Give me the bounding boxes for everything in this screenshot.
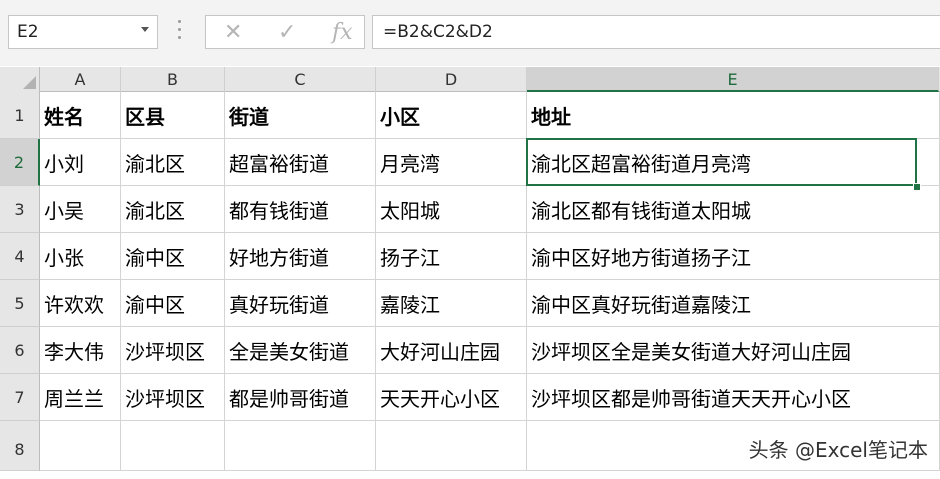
watermark: 头条 @Excel笔记本 [748, 438, 928, 462]
cell-a4[interactable]: 小张 [40, 233, 121, 280]
formula-buttons: ✕ ✓ fx [205, 15, 365, 49]
cell-e5[interactable]: 渝中区真好玩街道嘉陵江 [527, 280, 940, 327]
cell-d2[interactable]: 月亮湾 [376, 139, 527, 186]
cell-a7[interactable]: 周兰兰 [40, 374, 121, 421]
row-header-2[interactable]: 2 [0, 139, 40, 186]
row-header-5[interactable]: 5 [0, 280, 40, 327]
formula-input[interactable]: =B2&C2&D2 [372, 15, 940, 49]
cell-b7[interactable]: 沙坪坝区 [121, 374, 225, 421]
row-header-4[interactable]: 4 [0, 233, 40, 280]
chevron-down-icon[interactable] [141, 27, 149, 32]
cell-b6[interactable]: 沙坪坝区 [121, 327, 225, 374]
cell-e6[interactable]: 沙坪坝区全是美女街道大好河山庄园 [527, 327, 940, 374]
drag-handle-icon[interactable] [178, 20, 182, 44]
cell-e7[interactable]: 沙坪坝区都是帅哥街道天天开心小区 [527, 374, 940, 421]
row-header-1[interactable]: 1 [0, 92, 40, 139]
cell-a6[interactable]: 李大伟 [40, 327, 121, 374]
name-box[interactable]: E2 [8, 15, 158, 49]
cell-c5[interactable]: 真好玩街道 [225, 280, 376, 327]
select-all-icon [23, 76, 36, 89]
cell-e1[interactable]: 地址 [527, 92, 940, 139]
row-header-6[interactable]: 6 [0, 327, 40, 374]
cell-b8[interactable] [121, 421, 225, 471]
fill-handle[interactable] [913, 183, 921, 191]
select-all-button[interactable] [0, 67, 40, 92]
cell-d7[interactable]: 天天开心小区 [376, 374, 527, 421]
cell-d6[interactable]: 大好河山庄园 [376, 327, 527, 374]
cell-d3[interactable]: 太阳城 [376, 186, 527, 233]
row-header-7[interactable]: 7 [0, 374, 40, 421]
cell-c3[interactable]: 都有钱街道 [225, 186, 376, 233]
cell-d4[interactable]: 扬子江 [376, 233, 527, 280]
cell-a5[interactable]: 许欢欢 [40, 280, 121, 327]
insert-function-icon[interactable]: fx [332, 20, 353, 45]
column-header-e[interactable]: E [527, 67, 939, 92]
enter-icon[interactable]: ✓ [278, 20, 296, 45]
formula-text: =B2&C2&D2 [383, 22, 493, 42]
column-header-b[interactable]: B [121, 67, 225, 92]
name-box-value: E2 [17, 22, 39, 42]
cell-c6[interactable]: 全是美女街道 [225, 327, 376, 374]
cell-c4[interactable]: 好地方街道 [225, 233, 376, 280]
column-header-a[interactable]: A [40, 67, 121, 92]
cell-b1[interactable]: 区县 [121, 92, 225, 139]
cell-b4[interactable]: 渝中区 [121, 233, 225, 280]
cell-a1[interactable]: 姓名 [40, 92, 121, 139]
cell-c1[interactable]: 街道 [225, 92, 376, 139]
row-header-3[interactable]: 3 [0, 186, 40, 233]
cell-b2[interactable]: 渝北区 [121, 139, 225, 186]
column-header-c[interactable]: C [225, 67, 376, 92]
cell-c8[interactable] [225, 421, 376, 471]
cell-d1[interactable]: 小区 [376, 92, 527, 139]
cancel-icon[interactable]: ✕ [224, 20, 242, 45]
column-header-d[interactable]: D [376, 67, 527, 92]
cell-e3[interactable]: 渝北区都有钱街道太阳城 [527, 186, 940, 233]
cell-e2[interactable]: 渝北区超富裕街道月亮湾 [527, 139, 940, 186]
cell-e4[interactable]: 渝中区好地方街道扬子江 [527, 233, 940, 280]
cell-a8[interactable] [40, 421, 121, 471]
cell-d5[interactable]: 嘉陵江 [376, 280, 527, 327]
cell-b3[interactable]: 渝北区 [121, 186, 225, 233]
cell-d8[interactable] [376, 421, 527, 471]
worksheet-grid: A B C D E 1 姓名 区县 街道 小区 地址 2 小刘 渝北区 超富裕街道 月亮湾 渝北区超富裕街道月亮… [0, 67, 940, 471]
cell-c2[interactable]: 超富裕街道 [225, 139, 376, 186]
cell-b5[interactable]: 渝中区 [121, 280, 225, 327]
row-header-8[interactable]: 8 [0, 421, 40, 471]
formula-bar: E2 ✕ ✓ fx =B2&C2&D2 [0, 0, 940, 66]
cell-a3[interactable]: 小吴 [40, 186, 121, 233]
cell-a2[interactable]: 小刘 [40, 139, 121, 186]
cell-c7[interactable]: 都是帅哥街道 [225, 374, 376, 421]
